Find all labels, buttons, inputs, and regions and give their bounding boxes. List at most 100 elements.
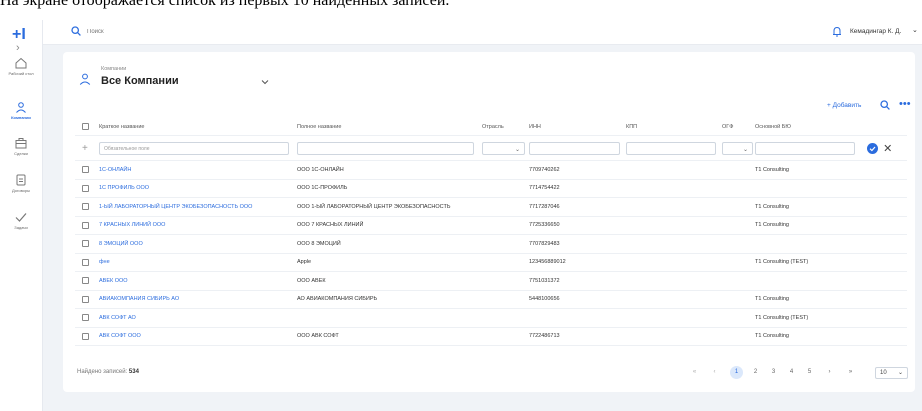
cell-ogf: [722, 253, 755, 272]
cell-ogf: [722, 290, 755, 309]
select-all-checkbox[interactable]: [82, 123, 89, 130]
column-header[interactable]: КПП: [626, 118, 722, 136]
cell-industry: [482, 216, 529, 235]
user-name[interactable]: Кемадингар К. Д.: [850, 28, 901, 35]
row-checkbox[interactable]: [82, 166, 89, 174]
expand-sidebar-icon[interactable]: ›: [16, 42, 20, 54]
cell-bu: T1 Consulting: [755, 327, 907, 346]
table-row[interactable]: 7 КРАСНЫХ ЛИНИЙ ООО ООО 7 КРАСНЫХ ЛИНИЙ 77…: [75, 216, 907, 235]
table-row[interactable]: фне Apple 123456889012 T1 Consulting (TEST): [75, 253, 907, 272]
bu-filter[interactable]: [755, 141, 855, 155]
cell-short[interactable]: 1С-ОНЛАЙН: [99, 160, 297, 180]
ogf-filter-select[interactable]: ⌄: [722, 141, 753, 155]
row-checkbox[interactable]: [82, 203, 89, 211]
add-button[interactable]: + Добавить: [827, 102, 861, 109]
chevron-down-icon[interactable]: ⌄: [912, 26, 918, 34]
page-button[interactable]: 4: [785, 366, 798, 379]
cell-bu: T1 Consulting: [755, 160, 907, 180]
next-page-icon[interactable]: ›: [823, 366, 836, 379]
sidebar-item-tasks[interactable]: Задачи: [0, 210, 42, 230]
cell-kpp: [626, 253, 722, 272]
chevron-down-icon[interactable]: [261, 79, 269, 85]
column-header[interactable]: Основной БЮ: [755, 118, 907, 136]
row-checkbox[interactable]: [82, 184, 89, 192]
page-button[interactable]: 3: [767, 366, 780, 379]
page-size-select[interactable]: 10 ⌄: [875, 367, 908, 379]
table-row[interactable]: АВК СОФТ АО T1 Consulting (TEST): [75, 308, 907, 328]
cell-inn: 7751031372: [529, 271, 626, 291]
cell-inn: 123456889012: [529, 253, 626, 272]
table-row[interactable]: 1С ПРОФИЛЬ ООО ООО 1С-ПРОФИЛЬ 7714754422: [75, 179, 907, 198]
confirm-icon[interactable]: [866, 142, 878, 154]
table-row[interactable]: 8 ЭМОЦИЙ ООО ООО 8 ЭМОЦИЙ 7707829483: [75, 234, 907, 254]
cell-bu: [755, 234, 907, 254]
cell-ogf: [722, 234, 755, 254]
row-checkbox[interactable]: [82, 332, 89, 340]
row-checkbox[interactable]: [82, 314, 89, 322]
table-row[interactable]: АВЕК ООО ООО АВЕК 7751031372: [75, 271, 907, 291]
cell-ogf: [722, 179, 755, 198]
row-checkbox[interactable]: [82, 277, 89, 285]
cell-bu: T1 Consulting: [755, 216, 907, 235]
row-checkbox[interactable]: [82, 258, 89, 266]
chevron-down-icon: ⌄: [742, 146, 748, 153]
cell-short[interactable]: фне: [99, 253, 297, 272]
column-header[interactable]: Отрасль: [482, 118, 529, 136]
sidebar-item-label: Компании: [11, 115, 31, 120]
company-selector-value[interactable]: Все Компании: [101, 75, 179, 87]
page-button[interactable]: 5: [803, 366, 816, 379]
cell-short[interactable]: 1-ЫЙ ЛАБОРАТОРНЫЙ ЦЕНТР ЭКОБЕЗОПАСНОСТЬ …: [99, 197, 297, 217]
sidebar-item-companies[interactable]: Компании: [0, 100, 42, 120]
bell-icon[interactable]: [832, 26, 842, 37]
column-header[interactable]: ОГФ: [722, 118, 755, 136]
row-checkbox[interactable]: [82, 240, 89, 248]
inn-filter[interactable]: [529, 141, 620, 155]
cell-full: ООО АВК СОФТ: [297, 327, 482, 346]
sidebar-item-contracts[interactable]: Договоры: [0, 173, 42, 193]
table-row[interactable]: 1С-ОНЛАЙН ООО 1С-ОНЛАЙН 7709740262 T1 Consu…: [75, 160, 907, 180]
more-icon[interactable]: •••: [899, 99, 911, 110]
cell-kpp: [626, 271, 722, 291]
cell-short[interactable]: АВИАКОМПАНИЯ СИБИРЬ АО: [99, 290, 297, 309]
sidebar-item-desktop[interactable]: Рабочий стол: [0, 56, 42, 76]
records-found-label: Найдено записей:: [77, 369, 128, 375]
sidebar-item-label: Сделки: [14, 151, 28, 156]
sidebar-item-deals[interactable]: Сделки: [0, 136, 42, 156]
table-header-row: Краткое название Полное название Отрасль…: [75, 118, 907, 136]
first-page-icon[interactable]: «: [688, 366, 701, 379]
full-name-filter[interactable]: [297, 141, 474, 155]
column-header[interactable]: Краткое название: [99, 118, 297, 136]
records-found-count: 534: [128, 369, 139, 375]
cell-bu: [755, 271, 907, 291]
industry-filter-select[interactable]: ⌄: [482, 141, 525, 155]
chevron-down-icon: ⌄: [514, 146, 520, 153]
cell-industry: [482, 179, 529, 198]
cell-short[interactable]: 8 ЭМОЦИЙ ООО: [99, 234, 297, 254]
short-name-filter[interactable]: Обязательное поле: [99, 141, 289, 155]
table-row[interactable]: 1-ЫЙ ЛАБОРАТОРНЫЙ ЦЕНТР ЭКОБЕЗОПАСНОСТЬ …: [75, 197, 907, 217]
table-row[interactable]: АВК СОФТ ООО ООО АВК СОФТ 7722486713 T1 Con…: [75, 327, 907, 346]
cell-short[interactable]: АВК СОФТ ООО: [99, 327, 297, 346]
plus-icon[interactable]: +: [82, 143, 88, 154]
table-row[interactable]: АВИАКОМПАНИЯ СИБИРЬ АО АО АВИАКОМПАНИЯ СИ…: [75, 290, 907, 309]
cell-inn: [529, 308, 626, 328]
cell-short[interactable]: 7 КРАСНЫХ ЛИНИЙ ООО: [99, 216, 297, 235]
cell-inn: 7714754422: [529, 179, 626, 198]
last-page-icon[interactable]: »: [844, 366, 857, 379]
search-icon[interactable]: [880, 100, 890, 110]
column-header[interactable]: ИНН: [529, 118, 626, 136]
prev-page-icon[interactable]: ‹: [708, 366, 721, 379]
chevron-down-icon: ⌄: [897, 370, 903, 376]
cell-ogf: [722, 308, 755, 328]
page-button[interactable]: 2: [749, 366, 762, 379]
cell-short[interactable]: 1С ПРОФИЛЬ ООО: [99, 179, 297, 198]
page-button[interactable]: 1: [730, 366, 743, 379]
row-checkbox[interactable]: [82, 221, 89, 229]
cell-short[interactable]: АВК СОФТ АО: [99, 308, 297, 328]
cell-short[interactable]: АВЕК ООО: [99, 271, 297, 291]
row-checkbox[interactable]: [82, 295, 89, 303]
column-header[interactable]: Полное название: [297, 118, 482, 136]
kpp-filter[interactable]: [626, 141, 716, 155]
close-icon[interactable]: ✕: [883, 142, 892, 155]
global-search-input[interactable]: [87, 25, 287, 39]
